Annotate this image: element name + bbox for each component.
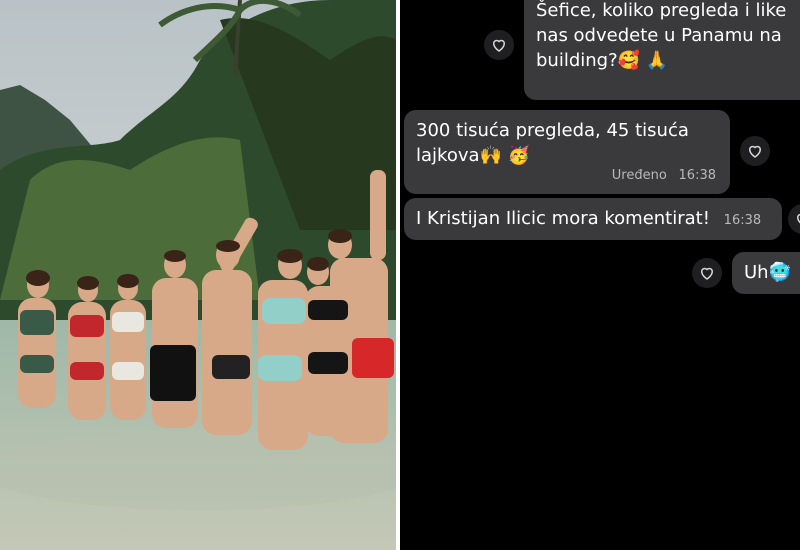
message-time: 16:38 xyxy=(678,168,716,183)
message-status: Uređeno xyxy=(611,168,667,183)
chat-panel: Šefice, koliko pregleda i like nas odved… xyxy=(400,0,800,550)
message-line: 300 tisuća pregleda, 45 tisuća xyxy=(416,120,689,141)
photo-illustration xyxy=(0,0,396,550)
heart-icon xyxy=(492,39,506,52)
message-line: I Kristijan Ilicic mora komentirat! xyxy=(416,208,710,229)
heart-icon xyxy=(796,213,800,224)
message-bubble-sent[interactable]: Uh🥶 xyxy=(732,252,800,294)
react-button[interactable] xyxy=(788,204,800,234)
beach-group-photo xyxy=(0,0,396,550)
message-bubble-received[interactable]: I Kristijan Ilicic mora komentirat! 16:3… xyxy=(404,198,782,240)
react-button[interactable] xyxy=(740,136,770,166)
message-line: nas odvedete u Panamu na xyxy=(536,25,782,46)
heart-icon xyxy=(748,145,762,158)
message-time: 16:38 xyxy=(723,213,762,228)
message-line: Uh🥶 xyxy=(744,262,791,283)
message-line: Šefice, koliko pregleda i like xyxy=(536,0,787,21)
message-bubble-sent[interactable]: Šefice, koliko pregleda i like nas odved… xyxy=(524,0,800,100)
heart-icon xyxy=(700,267,714,280)
react-button[interactable] xyxy=(484,30,514,60)
react-button[interactable] xyxy=(692,258,722,288)
message-line: building?🥰 🙏 xyxy=(536,50,669,71)
message-bubble-received[interactable]: 300 tisuća pregleda, 45 tisuća lajkova🙌 … xyxy=(404,110,730,194)
